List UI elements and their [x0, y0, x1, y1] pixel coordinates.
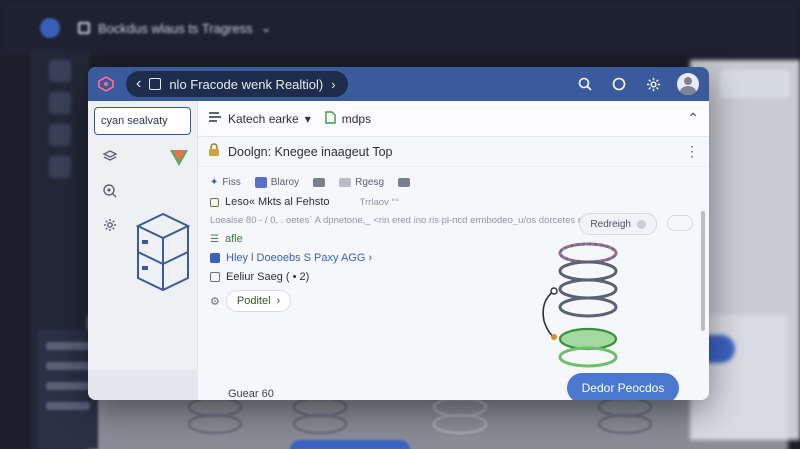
address-bar[interactable]: ‹ nlo Fracode wenk Realtiol) ›	[126, 71, 348, 97]
content-line-lock: Leso« Mkts al Fehsto Trrlaov °°	[210, 196, 697, 208]
sidebar: cyan sealvaty	[88, 101, 198, 400]
action-comment[interactable]	[313, 178, 326, 187]
background-logo	[40, 18, 60, 38]
background-title-text: Bockdus wlaus ts Tragress	[98, 20, 253, 36]
list-icon: ☰	[210, 233, 219, 245]
background-chevron-icon: ⌄	[260, 20, 272, 35]
action-fiss[interactable]: ✦ Fiss	[210, 177, 241, 188]
main-panel: Katech earke ▾ mdps ⌃ Doolgn: Knegee ina…	[198, 101, 709, 400]
footer-label: Guear 60	[228, 388, 274, 400]
user-avatar[interactable]	[677, 73, 699, 95]
square-icon	[210, 272, 220, 282]
gear-small-icon: ⚙	[210, 295, 220, 308]
collapse-chevron-icon[interactable]: ⌃	[687, 110, 699, 127]
card-header: Doolgn: Knegee inaageut Top ⋮	[198, 137, 709, 167]
back-icon[interactable]: ‹	[136, 76, 141, 92]
sparkle-icon: ✦	[210, 177, 219, 188]
sketch-icon	[208, 111, 222, 126]
database-stack-diagram	[542, 242, 618, 368]
address-arrow-icon: ›	[331, 76, 336, 92]
search-plus-icon[interactable]	[100, 181, 120, 201]
database-cube-icon	[135, 212, 191, 292]
content-line-button: ⚙ Poditel ›	[210, 290, 697, 312]
checkbox-icon[interactable]	[210, 253, 220, 263]
sketch-label: Katech earke	[228, 111, 299, 126]
comment-icon-2	[398, 178, 410, 187]
content-line-plain: Eeliur Saeg ( • 2)	[210, 271, 697, 283]
card-content: Leso« Mkts al Fehsto Trrlaov °° Loealse …	[198, 188, 709, 312]
content-line-blue[interactable]: Hley l Doeoebs S Paxy AGG ›	[210, 252, 697, 264]
background-right-bar	[720, 70, 790, 98]
action-comment-2[interactable]	[398, 178, 410, 187]
sidebar-selected-item[interactable]: cyan sealvaty	[94, 107, 191, 135]
toggle-pill[interactable]	[667, 215, 693, 231]
gear-icon[interactable]	[643, 74, 663, 94]
search-icon[interactable]	[575, 74, 595, 94]
layers-icon[interactable]	[100, 147, 120, 167]
lock-icon	[208, 143, 220, 160]
blue-chip-icon	[254, 177, 267, 188]
card-actions: ✦ Fiss Blaroy Rgesg	[198, 167, 709, 188]
background-title: Bockdus wlaus ts Tragress ⌄	[78, 20, 272, 36]
more-options-icon[interactable]: ⋮	[685, 143, 699, 160]
toolbar: Katech earke ▾ mdps ⌃	[198, 101, 709, 137]
poditel-button[interactable]: Poditel ›	[225, 290, 292, 312]
small-lock-icon	[210, 197, 219, 207]
comment-light-icon	[339, 178, 352, 187]
flag-icon[interactable]	[168, 147, 190, 167]
refresh-dot-icon	[637, 219, 646, 229]
mdps-item[interactable]: mdps	[325, 110, 372, 127]
create-button[interactable]: Dedor Peocdos	[567, 373, 679, 400]
main-window: ‹ nlo Fracode wenk Realtiol) › cyan seal…	[88, 67, 709, 400]
sidebar-selected-label: cyan sealvaty	[101, 115, 168, 127]
address-text: nlo Fracode wenk Realtiol)	[169, 76, 324, 92]
window-titlebar: ‹ nlo Fracode wenk Realtiol) ›	[88, 67, 709, 101]
app-logo-icon	[98, 76, 114, 92]
dropdown-chevron-icon: ▾	[304, 111, 311, 126]
action-rgesg[interactable]: Rgesg	[339, 177, 384, 188]
mdps-label: mdps	[341, 111, 372, 126]
page-icon	[149, 78, 162, 90]
sketch-dropdown[interactable]: Katech earke ▾	[208, 111, 311, 126]
chevron-right-icon: ›	[276, 295, 281, 307]
background-topbar: Bockdus wlaus ts Tragress ⌄	[0, 0, 800, 56]
refresh-button[interactable]: Redreigh	[579, 213, 657, 235]
scrollbar[interactable]	[701, 211, 705, 331]
action-blaroy[interactable]: Blaroy	[254, 177, 299, 188]
card-title: Doolgn: Knegee inaageut Top	[228, 144, 393, 159]
circle-icon[interactable]	[609, 74, 629, 94]
document-icon	[325, 110, 336, 127]
sidebar-footer	[88, 370, 198, 400]
background-page-icon	[78, 22, 90, 34]
comment-icon	[313, 178, 326, 187]
settings-icon[interactable]	[100, 215, 120, 235]
